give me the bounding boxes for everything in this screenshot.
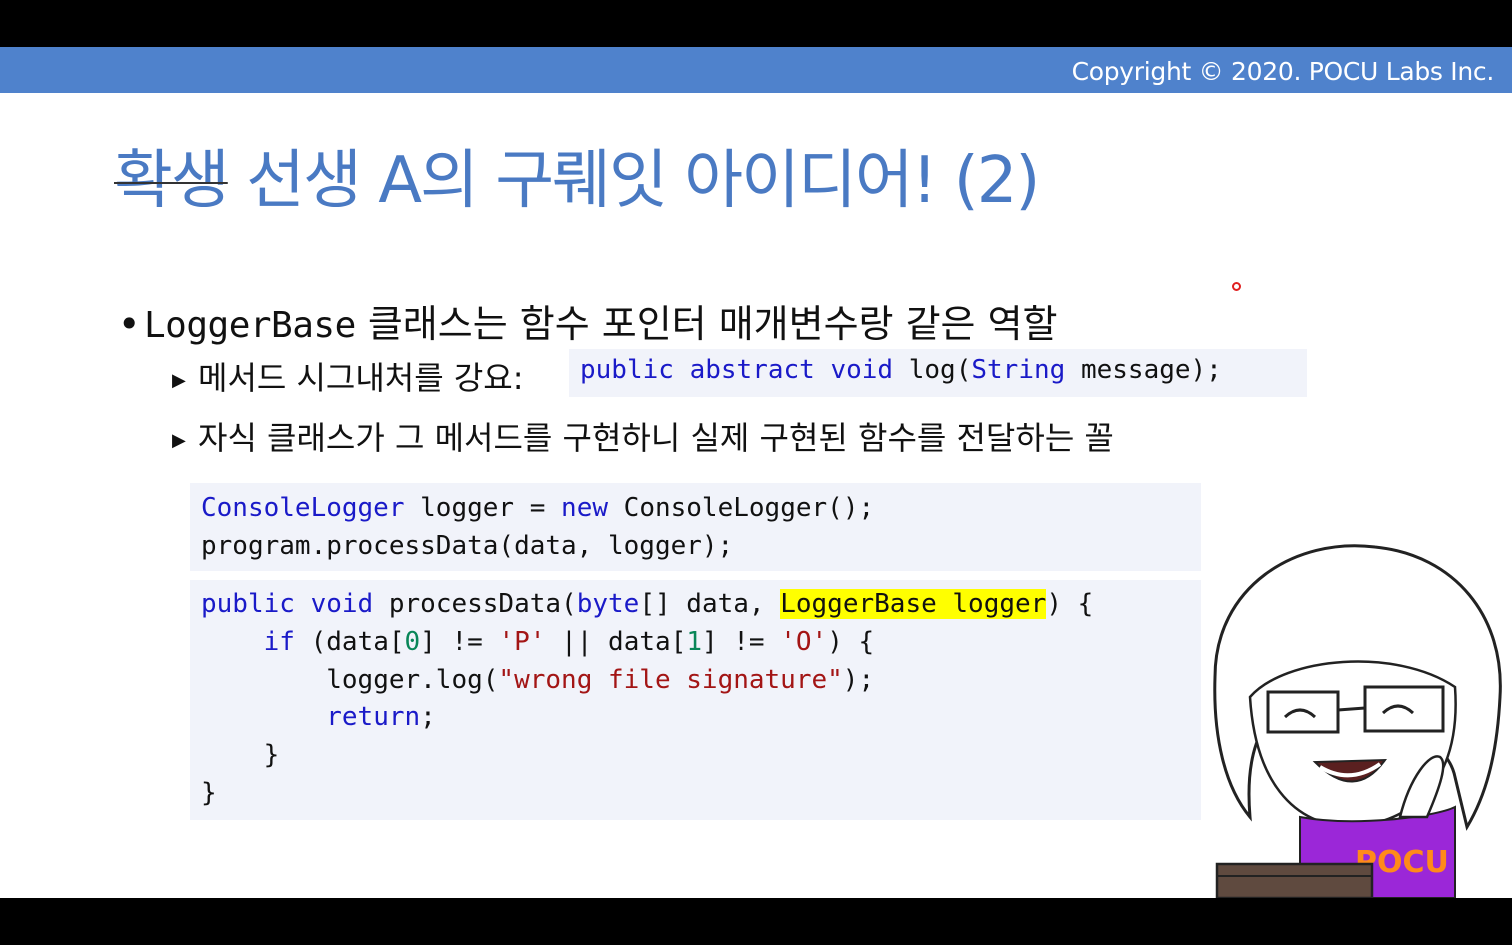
slide-title: 확생 선생 A의 구뤠잇 아이디어! (2) bbox=[114, 129, 1040, 221]
bullet-sub-1: ▶ 메서드 시그내처를 강요: bbox=[172, 353, 524, 399]
code-line: } bbox=[201, 740, 280, 771]
triangle-bullet-icon: ▶ bbox=[172, 369, 186, 391]
bullet-main: •LoggerBase 클래스는 함수 포인터 매개변수랑 같은 역할 bbox=[118, 293, 1058, 348]
code-line: } bbox=[201, 777, 217, 808]
code-line: if (data[0] != 'P' || data[1] != 'O') { bbox=[263, 626, 875, 657]
header-bar: Copyright © 2020. POCU Labs Inc. bbox=[0, 47, 1512, 93]
code-line: public void processData(byte[] data, Log… bbox=[201, 589, 1094, 619]
code-line: return; bbox=[326, 702, 436, 733]
bullet-dot-icon: • bbox=[118, 302, 141, 346]
presenter-character-illustration: POCU bbox=[1213, 544, 1502, 898]
bullet-sub-2: ▶ 자식 클래스가 그 메서드를 구현하니 실제 구현된 함수를 전달하는 꼴 bbox=[172, 413, 1114, 459]
copyright-text: Copyright © 2020. POCU Labs Inc. bbox=[1071, 57, 1495, 86]
triangle-bullet-icon: ▶ bbox=[172, 429, 186, 451]
title-struck-word: 확생 bbox=[114, 144, 230, 218]
signature-code: public abstract void log(String message)… bbox=[580, 355, 1222, 385]
slide: Copyright © 2020. POCU Labs Inc. 확생 선생 A… bbox=[0, 47, 1512, 898]
code-line: ConsoleLogger logger = new ConsoleLogger… bbox=[201, 493, 875, 523]
code-line: program.processData(data, logger); bbox=[201, 530, 734, 561]
bullet-main-text: 클래스는 함수 포인터 매개변수랑 같은 역할 bbox=[355, 302, 1058, 346]
bullet-main-class: LoggerBase bbox=[144, 305, 356, 346]
code-block-1-lines: ConsoleLogger logger = new ConsoleLogger… bbox=[201, 490, 874, 566]
bullet-sub-1-text: 메서드 시그내처를 강요: bbox=[198, 359, 524, 397]
highlighted-parameter: LoggerBase logger bbox=[780, 589, 1047, 619]
code-line: logger.log("wrong file signature"); bbox=[326, 664, 875, 695]
bullet-sub-2-text: 자식 클래스가 그 메서드를 구현하니 실제 구현된 함수를 전달하는 꼴 bbox=[198, 419, 1114, 457]
title-rest: 선생 A의 구뤠잇 아이디어! (2) bbox=[227, 144, 1040, 218]
laser-pointer-icon bbox=[1232, 282, 1241, 291]
code-block-2-lines: public void processData(byte[] data, Log… bbox=[201, 586, 1093, 813]
